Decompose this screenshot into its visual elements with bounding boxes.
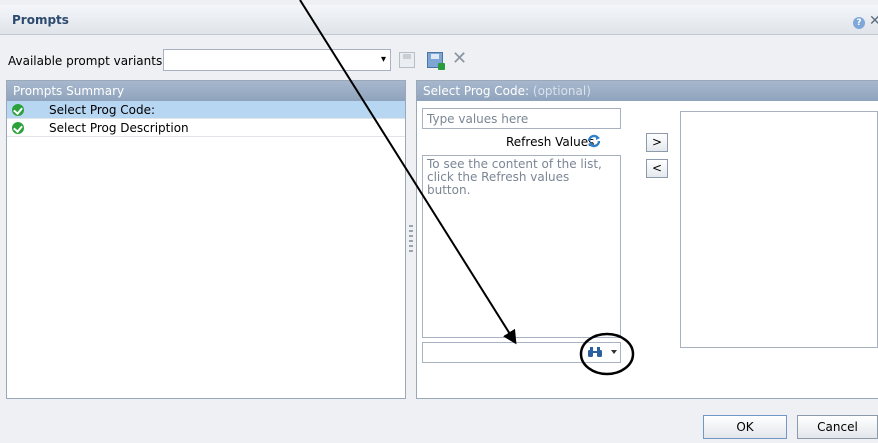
help-icon[interactable]: ? (853, 17, 865, 29)
remove-value-button[interactable]: < (646, 159, 668, 178)
optional-label: (optional) (532, 84, 591, 98)
variants-dropdown[interactable]: ▾ (163, 49, 391, 71)
save-icon[interactable] (399, 52, 415, 68)
check-icon (12, 122, 24, 134)
available-values-list[interactable]: To see the content of the list, click th… (422, 155, 621, 338)
refresh-values-label[interactable]: Refresh Values (506, 135, 594, 149)
close-icon[interactable]: ✕ (869, 13, 878, 29)
dialog-title: Prompts (12, 13, 69, 27)
panel-splitter-handle[interactable] (409, 225, 413, 255)
save-as-icon[interactable] (427, 52, 445, 70)
chevron-down-icon[interactable]: ▾ (381, 54, 386, 65)
select-prog-code-header: Select Prog Code: (optional) (417, 81, 878, 101)
summary-item-prog-description[interactable]: Select Prog Description (7, 119, 405, 137)
dialog-titlebar: Prompts ? ✕ (0, 5, 878, 35)
add-value-button[interactable]: > (646, 133, 668, 152)
selected-values-list[interactable] (680, 111, 878, 348)
header-title: Select Prog Code: (423, 84, 530, 98)
summary-item-label: Select Prog Description (49, 121, 189, 135)
delete-icon[interactable]: ✕ (452, 48, 467, 69)
type-values-input[interactable]: Type values here (422, 108, 621, 129)
prompts-summary-panel: Prompts Summary Select Prog Code: Select… (6, 80, 406, 399)
check-icon (12, 104, 24, 116)
binoculars-icon[interactable] (587, 346, 603, 358)
prompts-summary-header: Prompts Summary (7, 81, 405, 101)
summary-item-prog-code[interactable]: Select Prog Code: (7, 101, 405, 119)
refresh-icon[interactable] (586, 134, 602, 148)
ok-button[interactable]: OK (703, 415, 787, 439)
search-options-dropdown-icon[interactable] (611, 350, 617, 354)
summary-item-label: Select Prog Code: (49, 103, 156, 117)
variants-label: Available prompt variants (8, 54, 163, 68)
cancel-button[interactable]: Cancel (797, 415, 878, 439)
